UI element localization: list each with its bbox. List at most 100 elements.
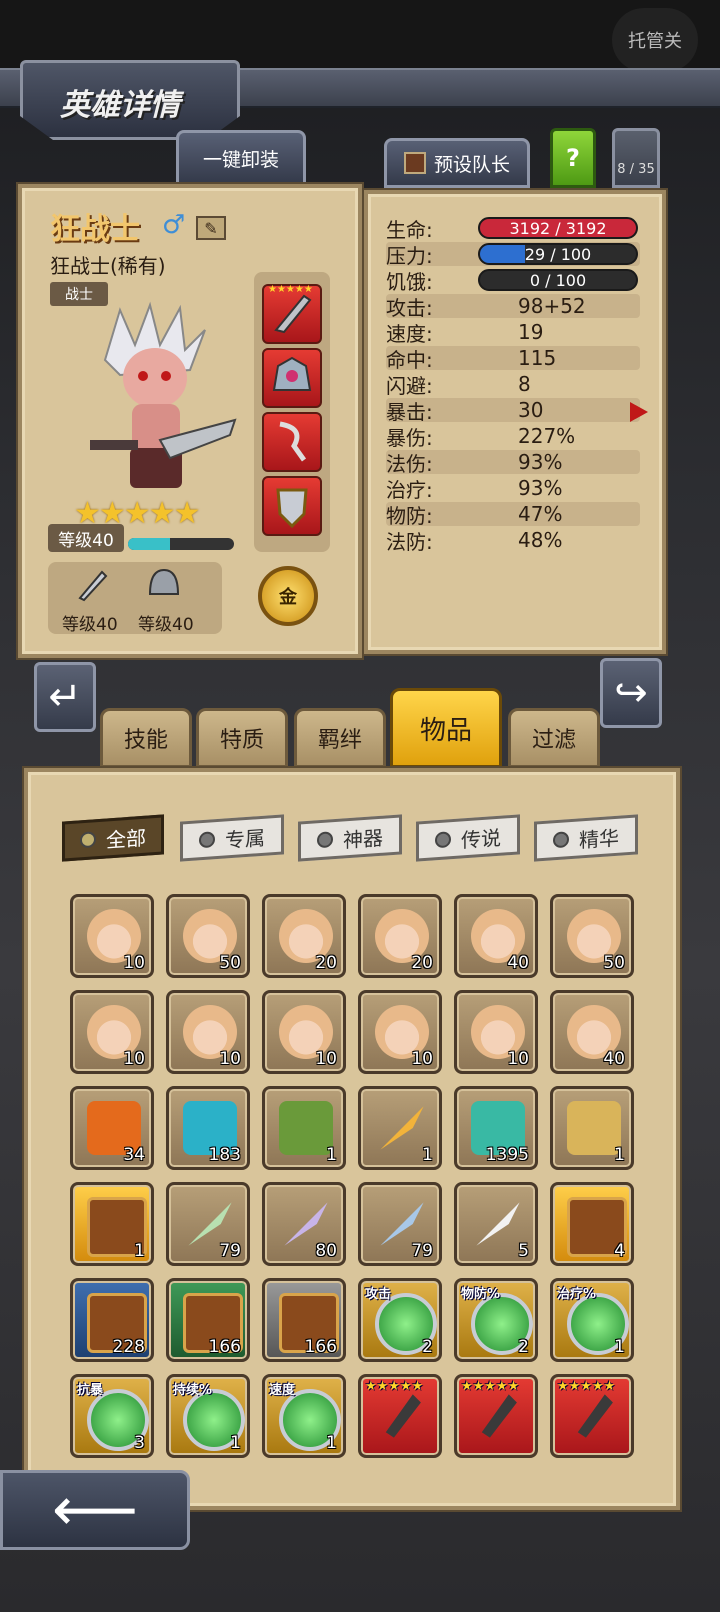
inventory-item[interactable]: 40 [550, 990, 634, 1074]
stat-row: 暴伤: 227% [386, 424, 640, 450]
inventory-item[interactable]: ★★★★★ [358, 1374, 442, 1458]
stat-label: 速度: [386, 321, 433, 346]
item-count: 79 [411, 1241, 433, 1261]
stat-bar-value: 3192 / 3192 [509, 218, 607, 238]
equip-slot-shield[interactable] [262, 476, 322, 536]
sword-icon [72, 564, 112, 604]
stat-row: 物防: 47% [386, 502, 640, 528]
inventory-item[interactable]: 治疗% 1 [550, 1278, 634, 1362]
stat-bar: 0 / 100 [478, 269, 638, 291]
inventory-item[interactable]: ★★★★★ [550, 1374, 634, 1458]
inventory-item[interactable]: 抗暴 3 [70, 1374, 154, 1458]
inventory-item[interactable]: 79 [358, 1182, 442, 1266]
inventory-item[interactable]: 1 [262, 1086, 346, 1170]
hero-page-counter: 8 / 35 [612, 128, 660, 188]
equip-slot-weapon[interactable]: ★★★★★ [262, 284, 322, 344]
inventory-item[interactable]: 166 [166, 1278, 250, 1362]
tab-3[interactable]: 物品 [390, 688, 502, 768]
helmet-icon [144, 564, 184, 604]
inventory-item[interactable]: 34 [70, 1086, 154, 1170]
item-tag: 攻击 [365, 1287, 392, 1302]
inventory-item[interactable]: 50 [550, 894, 634, 978]
item-count: 80 [315, 1241, 337, 1261]
inventory-item[interactable]: 40 [454, 894, 538, 978]
inventory-item[interactable]: 10 [166, 990, 250, 1074]
tab-1[interactable]: 特质 [196, 708, 288, 768]
filter-dot-icon [199, 831, 215, 849]
tab-0[interactable]: 技能 [100, 708, 192, 768]
item-count: 166 [304, 1337, 337, 1357]
slot-stars: ★★★★★ [268, 284, 313, 295]
item-count: 79 [219, 1241, 241, 1261]
auto-battle-button[interactable]: 托管关 [612, 8, 698, 72]
tab-2[interactable]: 羁绊 [294, 708, 386, 768]
preset-leader-label: 预设队长 [433, 153, 510, 176]
inventory-item[interactable]: 持续% 1 [166, 1374, 250, 1458]
feather-gold-icon [380, 1106, 424, 1150]
scroll-icon [567, 1101, 621, 1155]
inventory-item[interactable]: 50 [166, 894, 250, 978]
filter-label: 精华 [579, 825, 619, 852]
hero-xp-bar [128, 538, 234, 550]
gold-coin-button[interactable]: 金 [258, 566, 318, 626]
inventory-item[interactable]: 1 [550, 1086, 634, 1170]
inventory-item[interactable]: 228 [70, 1278, 154, 1362]
inventory-item[interactable]: 183 [166, 1086, 250, 1170]
stat-bar: 29 / 100 [478, 243, 638, 265]
equip-slot-axe[interactable] [262, 412, 322, 472]
weapon-gauntlet-icon [385, 1394, 421, 1438]
inventory-item[interactable]: 10 [70, 894, 154, 978]
unequip-all-button[interactable]: 一键卸装 [176, 130, 306, 186]
stat-label: 法伤: [386, 451, 433, 476]
preset-leader-checkbox[interactable] [403, 152, 426, 174]
inventory-item[interactable]: 1 [70, 1182, 154, 1266]
help-button[interactable]: ? [550, 128, 596, 188]
item-count: 10 [507, 1049, 529, 1069]
next-hero-button[interactable]: ↪ [600, 658, 662, 728]
treasure-box-green-icon [279, 1101, 333, 1155]
filter-dot-icon [80, 831, 96, 849]
inventory-item[interactable]: 速度 1 [262, 1374, 346, 1458]
inventory-item[interactable]: 10 [454, 990, 538, 1074]
filter-label: 专属 [225, 825, 265, 852]
inventory-item[interactable]: 物防% 2 [454, 1278, 538, 1362]
prev-hero-button[interactable]: ↵ [34, 662, 96, 732]
stat-label: 饥饿: [386, 269, 433, 294]
equip-slot-helmet[interactable] [262, 348, 322, 408]
tab-4[interactable]: 过滤 [508, 708, 600, 768]
stat-label: 攻击: [386, 295, 433, 320]
inventory-item[interactable]: 攻击 2 [358, 1278, 442, 1362]
preset-leader-toggle[interactable]: 预设队长 [384, 138, 530, 188]
inventory-item[interactable]: ★★★★★ [454, 1374, 538, 1458]
filter-chip[interactable]: 传说 [416, 814, 520, 862]
arrow-right-icon: ↪ [614, 670, 648, 716]
armor-level: 等级40 [138, 615, 194, 635]
back-button[interactable]: ⟵ [0, 1470, 190, 1550]
rename-button[interactable]: ✎ [196, 216, 226, 240]
filter-dot-icon [553, 831, 569, 849]
filter-dot-icon [317, 831, 333, 849]
inventory-item[interactable]: 20 [262, 894, 346, 978]
filter-chip[interactable]: 专属 [180, 814, 284, 862]
inventory-item[interactable]: 20 [358, 894, 442, 978]
inventory-item[interactable]: 5 [454, 1182, 538, 1266]
filter-chip[interactable]: 神器 [298, 814, 402, 862]
filter-chip[interactable]: 全部 [62, 814, 164, 862]
filter-chip[interactable]: 精华 [534, 814, 638, 862]
inventory-item[interactable]: 4 [550, 1182, 634, 1266]
inventory-item[interactable]: 80 [262, 1182, 346, 1266]
stat-bar: 3192 / 3192 [478, 217, 638, 239]
inventory-item[interactable]: 10 [358, 990, 442, 1074]
item-tag: 物防% [461, 1287, 501, 1302]
stats-expand-arrow[interactable] [630, 402, 648, 422]
inventory-item[interactable]: 79 [166, 1182, 250, 1266]
item-count: 2 [518, 1337, 529, 1357]
inventory-item[interactable]: 10 [70, 990, 154, 1074]
item-count: 1 [422, 1145, 433, 1165]
stat-value: 115 [518, 346, 557, 370]
inventory-item[interactable]: 1 [358, 1086, 442, 1170]
inventory-item[interactable]: 10 [262, 990, 346, 1074]
item-count: 1 [326, 1145, 337, 1165]
inventory-item[interactable]: 166 [262, 1278, 346, 1362]
inventory-item[interactable]: 1395 [454, 1086, 538, 1170]
